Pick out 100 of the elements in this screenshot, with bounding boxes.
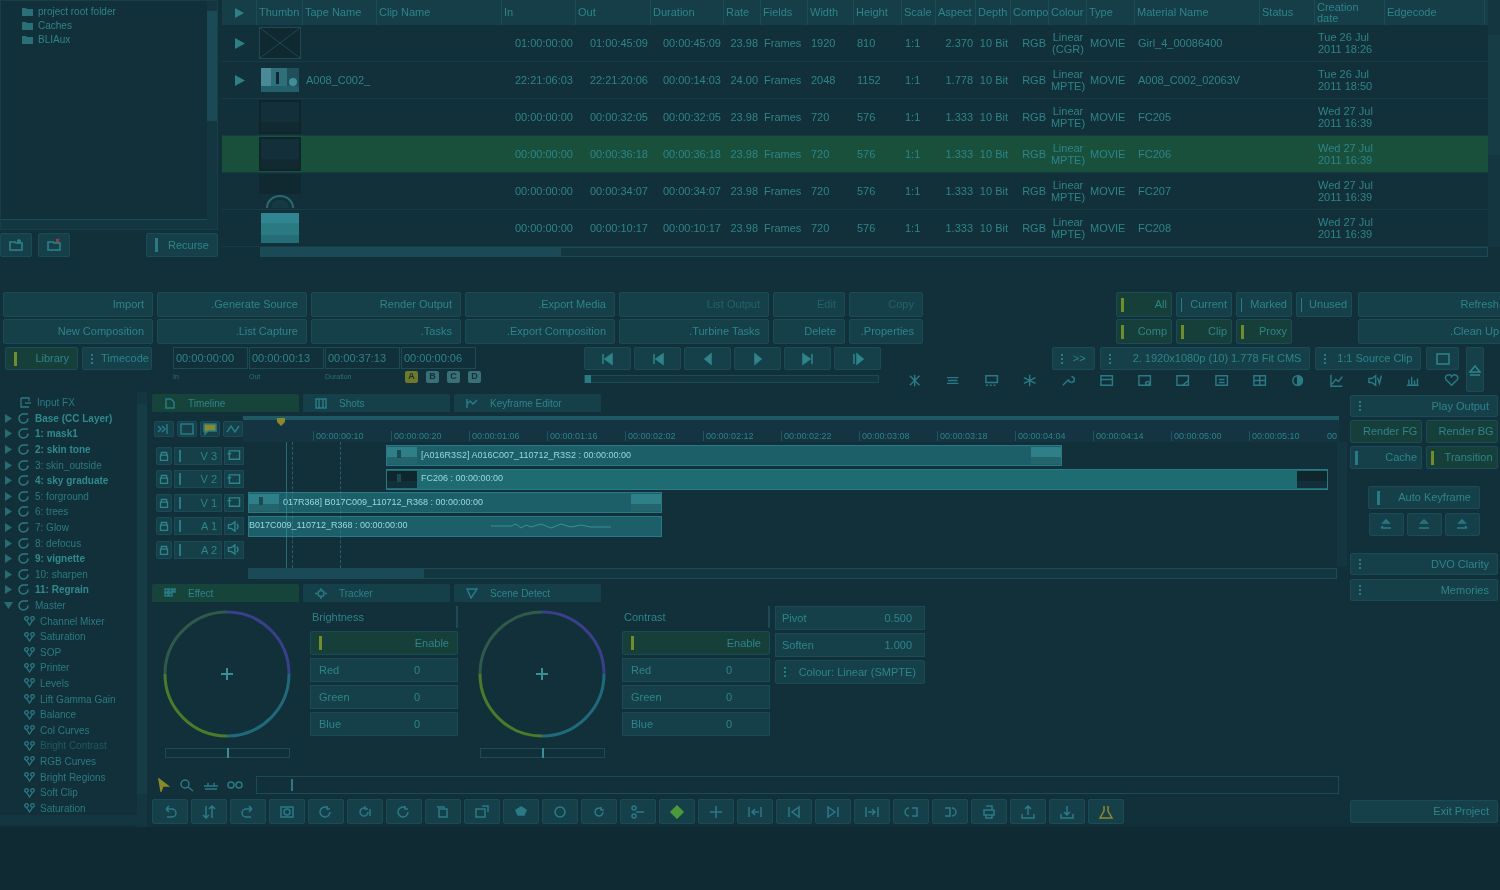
scrub-bar[interactable] [256,775,1339,794]
column-header[interactable]: Depth [978,7,1008,18]
value-field[interactable]: Green 0 [622,685,770,709]
layer-item[interactable]: 1: mask1 [35,426,78,442]
monitor-icon[interactable] [226,496,242,510]
render-toggle[interactable]: Render BG [1425,420,1498,443]
value-field[interactable]: Green 0 [310,685,458,709]
undo-icon[interactable] [152,799,188,824]
rotate-icon[interactable] [308,799,344,824]
expand-arrow-icon[interactable] [4,429,13,439]
tool-item[interactable]: Soft Clip [40,785,78,801]
expand-arrow-icon[interactable] [4,460,13,470]
tab[interactable]: Shots [303,394,450,412]
column-header[interactable]: Duration [653,7,695,18]
wheel-slider[interactable] [479,748,605,758]
filter-toggle[interactable]: Unused [1296,292,1352,317]
color-wheel[interactable] [478,610,606,738]
play-icon[interactable] [234,7,244,18]
auto-keyframe-toggle[interactable]: Auto Keyframe [1368,486,1480,509]
tool-item[interactable]: Printer [40,660,70,676]
fullscreen-icon[interactable] [1426,347,1459,370]
value-field[interactable]: Red 0 [310,658,458,682]
expand-arrow-icon[interactable] [4,476,13,486]
column-header[interactable]: In [504,7,514,18]
value-field[interactable]: Pivot 0.500 [775,606,925,630]
panel-icon[interactable] [1098,373,1114,388]
filter-toggle[interactable]: Marked [1236,292,1292,317]
folder-item[interactable]: BLIAux [38,31,71,47]
prev-key-icon[interactable] [776,799,812,824]
memory-slot[interactable]: D [468,371,481,383]
horizontal-scrollbar[interactable] [248,568,1337,579]
memory-slot[interactable]: B [426,371,439,383]
folder-item[interactable]: Caches [38,17,72,33]
action-button[interactable]: .List Capture [157,319,307,344]
clip-icon[interactable] [177,421,197,437]
half-circle-icon[interactable] [1290,373,1306,388]
redo-icon[interactable] [230,799,266,824]
printer-icon[interactable] [971,799,1007,824]
column-header[interactable]: Edgecode [1387,7,1437,18]
exit-button[interactable]: Exit Project [1350,800,1498,823]
speaker-icon[interactable] [226,543,242,557]
speaker-icon[interactable] [226,519,242,533]
action-button[interactable]: .Tasks [311,319,461,344]
expand-arrow-icon[interactable] [4,445,13,455]
play-icon[interactable] [734,347,781,370]
tool-item[interactable]: Levels [40,676,69,691]
column-header[interactable]: Material Name [1137,7,1209,18]
track-name[interactable]: A 2 [174,540,222,559]
expand-arrow-icon[interactable] [4,569,13,579]
ripple-right-icon[interactable] [932,799,968,824]
layer-item[interactable]: 6: trees [35,504,69,520]
enable-toggle[interactable]: Enable [622,631,770,655]
layer-item[interactable]: Master [35,598,66,613]
library-toggle[interactable]: Library [5,347,78,370]
previous-marker-icon[interactable] [584,347,631,370]
expand-arrow-icon[interactable] [4,554,13,564]
heart-icon[interactable] [1443,373,1459,388]
column-header[interactable]: Scale [904,7,932,18]
tool-item[interactable]: Bright Regions [40,769,106,785]
column-header[interactable]: Rate [726,7,750,18]
timecode-field[interactable]: 00:00:37:13 [325,347,400,369]
lock-icon[interactable] [156,470,172,489]
lock-icon[interactable] [156,517,172,536]
play-output-menu[interactable]: Play Output [1350,395,1498,417]
value-field[interactable]: Blue 0 [622,712,770,736]
panel-menu[interactable]: DVO Clarity [1350,553,1498,575]
recurse-button[interactable]: Recurse [146,233,218,257]
download-icon[interactable] [1049,799,1085,824]
tab[interactable]: Keyframe Editor [454,394,601,412]
value-field[interactable]: Blue 0 [310,712,458,736]
skip-back-icon[interactable] [634,347,681,370]
monitor-icon[interactable] [226,472,242,486]
tool-item[interactable]: Col Curves [40,722,90,738]
column-header[interactable]: Out [578,7,596,18]
color-wheel[interactable] [163,610,291,738]
colour-menu[interactable]: Colour: Linear (SMPTE) [775,660,925,684]
memory-slot[interactable]: A [405,371,418,383]
layer-item[interactable]: 7: Glow [35,520,69,536]
expand-arrow-icon[interactable] [4,523,13,533]
filter-toggle[interactable]: Clip [1176,319,1232,344]
split-icon[interactable] [620,799,656,824]
column-header[interactable]: Height [856,7,888,18]
stripe-icon[interactable] [983,373,999,388]
corner-icon[interactable] [1175,373,1191,388]
keyframe-right-icon[interactable] [1444,513,1480,536]
memory-slot[interactable]: C [447,371,460,383]
layer-item[interactable]: 10: sharpen [35,566,88,582]
column-header[interactable]: Type [1089,7,1113,18]
action-button[interactable]: Render Output [311,292,461,317]
video-clip[interactable]: 017R368] B017C009_110712_R368 : 00:00:00:00 [248,492,662,513]
jog-slider[interactable] [584,375,879,383]
layer-item[interactable]: 2: skin tone [35,442,91,458]
step-menu[interactable]: >> [1052,347,1095,370]
expand-arrow-icon[interactable] [4,538,13,548]
action-button[interactable]: Delete [773,319,845,344]
ripple-left-icon[interactable] [893,799,929,824]
horizontal-scrollbar[interactable] [260,247,1488,257]
expand-arrow-icon[interactable] [4,507,13,517]
column-header[interactable]: Colour [1051,7,1084,18]
tab[interactable]: Timeline [152,394,299,412]
